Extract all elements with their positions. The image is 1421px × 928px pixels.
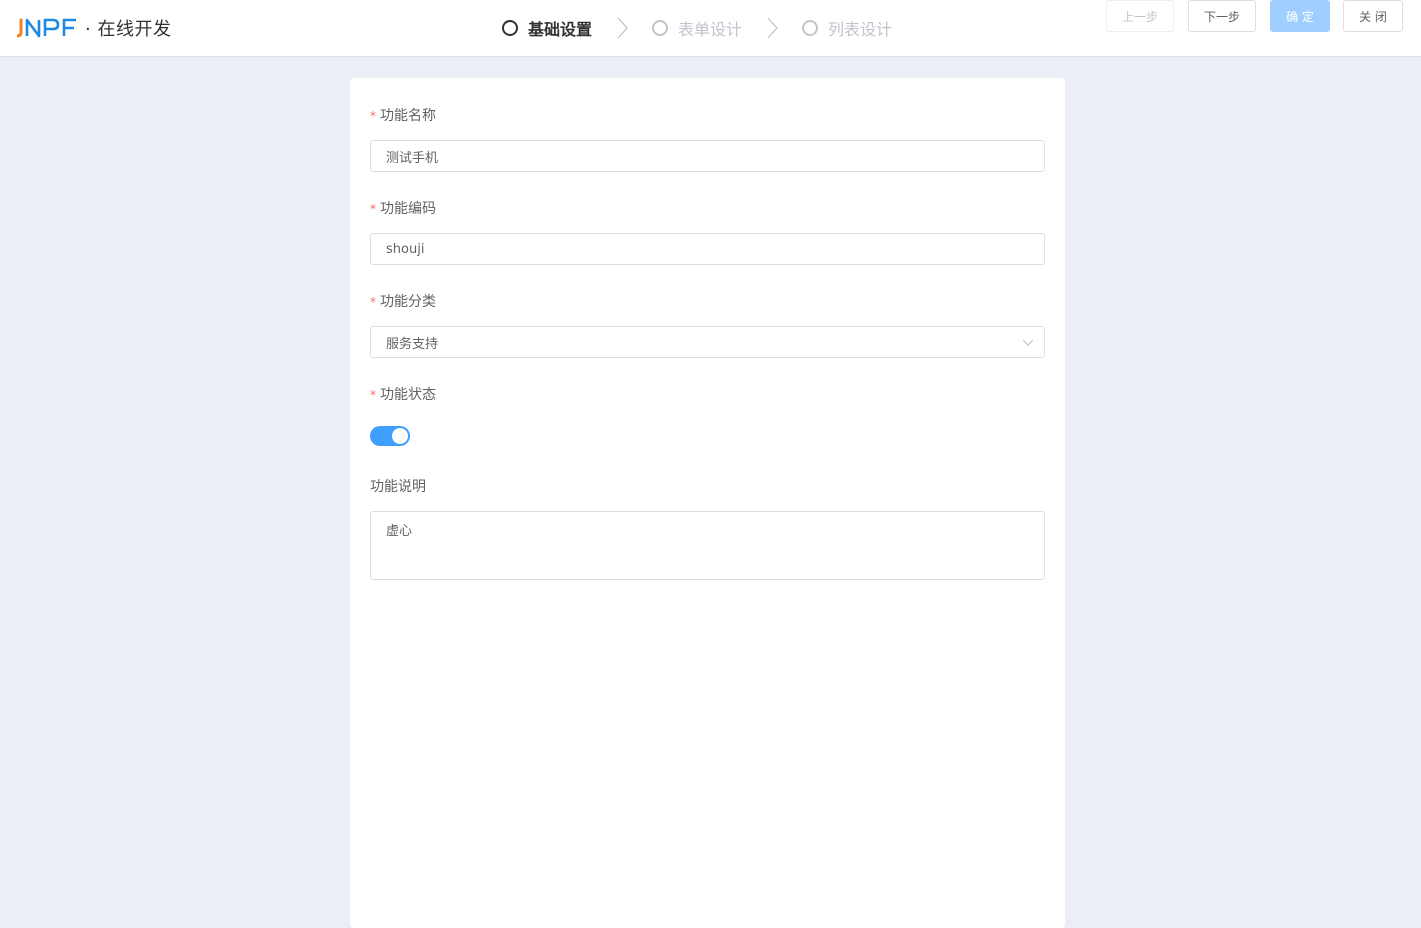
function-description-textarea[interactable]: 虚心 bbox=[370, 511, 1045, 580]
prev-step-button[interactable]: 上一步 bbox=[1106, 0, 1174, 32]
input-value: shouji bbox=[386, 241, 425, 257]
step-label: 基础设置 bbox=[528, 20, 593, 39]
step-bar: 基础设置 表单设计 列表设计 bbox=[502, 16, 892, 40]
chevron-right-icon bbox=[592, 17, 652, 39]
close-button[interactable]: 关 闭 bbox=[1343, 0, 1403, 32]
step-list-design[interactable]: 列表设计 bbox=[802, 16, 892, 40]
label-text: 功能状态 bbox=[380, 387, 436, 403]
required-mark: * bbox=[370, 202, 376, 216]
function-status-switch[interactable] bbox=[370, 426, 410, 446]
chevron-right-icon bbox=[742, 17, 802, 39]
select-value: 服务支持 bbox=[386, 336, 439, 352]
step-circle-icon bbox=[652, 20, 669, 36]
function-category-select[interactable]: 服务支持 bbox=[370, 326, 1045, 358]
function-code-input[interactable]: shouji bbox=[370, 233, 1045, 265]
brand: · 在线开发 bbox=[17, 14, 171, 42]
step-label: 表单设计 bbox=[678, 20, 743, 39]
textarea-value: 虚心 bbox=[386, 524, 413, 539]
step-form-design[interactable]: 表单设计 bbox=[652, 16, 742, 40]
function-category-label: * 功能分类 bbox=[370, 291, 436, 311]
jnpf-logo bbox=[17, 17, 77, 39]
next-step-button[interactable]: 下一步 bbox=[1188, 0, 1256, 32]
input-value: 测试手机 bbox=[386, 150, 439, 166]
required-mark: * bbox=[370, 295, 376, 309]
step-circle-icon bbox=[502, 20, 518, 36]
function-status-label: * 功能状态 bbox=[370, 384, 436, 404]
confirm-button[interactable]: 确 定 bbox=[1270, 0, 1330, 32]
label-text: 功能分类 bbox=[380, 294, 436, 310]
page-title: · 在线开发 bbox=[85, 19, 172, 40]
required-mark: * bbox=[370, 109, 376, 123]
step-basic-settings[interactable]: 基础设置 bbox=[502, 16, 592, 40]
top-header: · 在线开发 基础设置 表单设计 列表设计 上一步 下一步 确 定 关 闭 bbox=[0, 0, 1421, 57]
function-description-label: 功能说明 bbox=[370, 479, 426, 495]
function-name-label: * 功能名称 bbox=[370, 105, 436, 125]
step-label: 列表设计 bbox=[828, 20, 893, 39]
function-name-input[interactable]: 测试手机 bbox=[370, 140, 1045, 172]
switch-knob bbox=[392, 428, 408, 444]
function-code-label: * 功能编码 bbox=[370, 198, 436, 218]
label-text: 功能名称 bbox=[380, 108, 436, 124]
step-circle-icon bbox=[802, 20, 819, 36]
chevron-down-icon bbox=[1022, 336, 1034, 352]
required-mark: * bbox=[370, 388, 376, 402]
label-text: 功能编码 bbox=[380, 201, 436, 217]
basic-settings-form: * 功能名称 测试手机 * 功能编码 shouji * 功能分类 服务支持 * 功能状态… bbox=[350, 78, 1065, 928]
